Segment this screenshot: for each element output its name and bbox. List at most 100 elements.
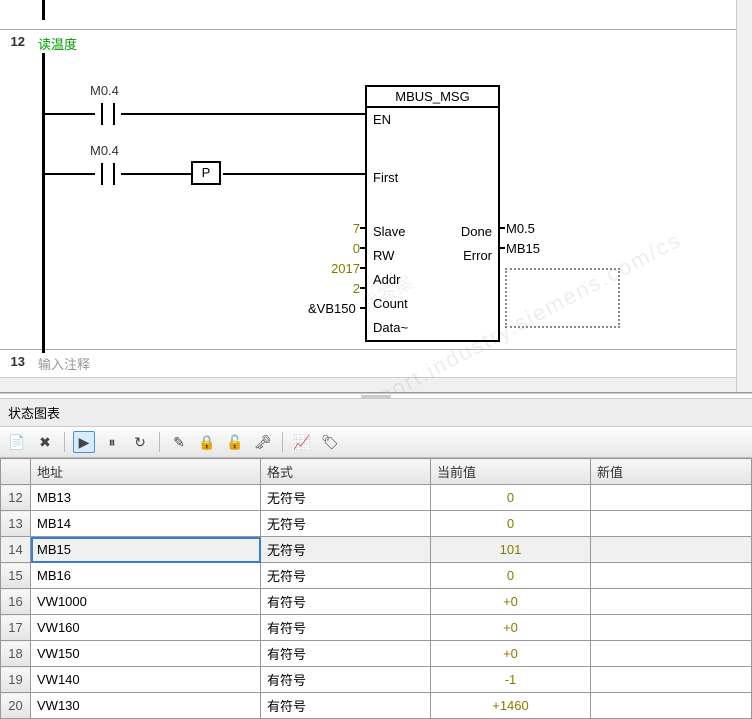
table-row[interactable]: 16VW1000有符号+0 <box>1 589 752 615</box>
table-row[interactable]: 18VW150有符号+0 <box>1 641 752 667</box>
refresh-button[interactable]: ↻ <box>129 431 151 453</box>
pin-value-data[interactable]: &VB150 <box>308 301 356 316</box>
cell-current-value: 101 <box>431 537 591 563</box>
pin-value-rw[interactable]: 0 <box>330 241 360 256</box>
cell-address[interactable]: MB15 <box>31 537 261 563</box>
wire <box>121 173 191 175</box>
power-rail <box>42 53 45 353</box>
function-block-mbus-msg[interactable]: MBUS_MSG EN First SlaveDone RWError Addr… <box>365 85 500 342</box>
cell-format[interactable]: 无符号 <box>261 511 431 537</box>
col-new-value[interactable]: 新值 <box>591 459 752 485</box>
contact-label: M0.4 <box>90 83 119 98</box>
cell-format[interactable]: 有符号 <box>261 615 431 641</box>
pause-button[interactable]: ⏸ <box>101 431 123 453</box>
contact[interactable] <box>95 163 121 185</box>
table-row[interactable]: 20VW130有符号+1460 <box>1 693 752 719</box>
pin-slave: Slave <box>373 222 406 242</box>
cell-current-value: 0 <box>431 511 591 537</box>
cell-new-value[interactable] <box>591 511 752 537</box>
cell-new-value[interactable] <box>591 589 752 615</box>
table-row[interactable]: 17VW160有符号+0 <box>1 615 752 641</box>
tag-button[interactable]: 🏷 <box>319 431 341 453</box>
status-grid[interactable]: 地址 格式 当前值 新值 12MB13无符号013MB14无符号014MB15无… <box>0 458 752 719</box>
power-rail <box>42 0 45 20</box>
pin-error: Error <box>463 246 492 266</box>
cell-current-value: 0 <box>431 485 591 511</box>
delete-chart-button[interactable]: ✖ <box>34 431 56 453</box>
cell-current-value: +0 <box>431 615 591 641</box>
network-number <box>0 0 30 29</box>
ladder-editor[interactable]: 12 读温度 M0.4 M0.4 P MBUS_MSG <box>0 0 752 393</box>
cell-address[interactable]: VW150 <box>31 641 261 667</box>
pin-value-error[interactable]: MB15 <box>506 241 540 256</box>
pin-count: Count <box>373 294 408 314</box>
cell-format[interactable]: 有符号 <box>261 641 431 667</box>
cell-new-value[interactable] <box>591 641 752 667</box>
cell-format[interactable]: 无符号 <box>261 485 431 511</box>
pin-rw: RW <box>373 246 394 266</box>
cell-new-value[interactable] <box>591 537 752 563</box>
pin-en: EN <box>373 110 391 130</box>
pin-data: Data~ <box>373 318 408 338</box>
table-row[interactable]: 19VW140有符号-1 <box>1 667 752 693</box>
cell-current-value: 0 <box>431 563 591 589</box>
positive-edge-box[interactable]: P <box>191 161 221 185</box>
pin-value-addr[interactable]: 2017 <box>310 261 360 276</box>
cell-new-value[interactable] <box>591 667 752 693</box>
row-number: 14 <box>1 537 31 563</box>
status-chart-panel: 状态图表 📄 ✖ ▶ ⏸ ↻ ✎ 🔒 🔓 🗝 📈 🏷 地址 格式 当前值 新值 <box>0 399 752 719</box>
cell-current-value: +0 <box>431 589 591 615</box>
cell-format[interactable]: 有符号 <box>261 667 431 693</box>
cell-current-value: -1 <box>431 667 591 693</box>
cell-new-value[interactable] <box>591 485 752 511</box>
trend-button[interactable]: 📈 <box>291 431 313 453</box>
new-chart-button[interactable]: 📄 <box>6 431 28 453</box>
cell-format[interactable]: 无符号 <box>261 537 431 563</box>
wire <box>223 173 365 175</box>
network-comment[interactable]: 读温度 <box>30 30 752 53</box>
cell-format[interactable]: 无符号 <box>261 563 431 589</box>
cell-address[interactable]: MB13 <box>31 485 261 511</box>
table-row[interactable]: 12MB13无符号0 <box>1 485 752 511</box>
cell-new-value[interactable] <box>591 563 752 589</box>
pin-value-slave[interactable]: 7 <box>330 221 360 236</box>
cell-address[interactable]: VW160 <box>31 615 261 641</box>
col-current-value[interactable]: 当前值 <box>431 459 591 485</box>
cell-address[interactable]: MB14 <box>31 511 261 537</box>
cell-new-value[interactable] <box>591 615 752 641</box>
pin-value-count[interactable]: 2 <box>330 281 360 296</box>
network-comment-placeholder[interactable]: 输入注释 <box>30 350 752 373</box>
cell-address[interactable]: MB16 <box>31 563 261 589</box>
force-button[interactable]: 🔒 <box>196 431 218 453</box>
contact[interactable] <box>95 103 121 125</box>
unforce-all-button[interactable]: 🗝 <box>252 431 274 453</box>
block-title: MBUS_MSG <box>367 87 498 108</box>
cell-address[interactable]: VW130 <box>31 693 261 719</box>
table-row[interactable]: 15MB16无符号0 <box>1 563 752 589</box>
col-address[interactable]: 地址 <box>31 459 261 485</box>
pin-first: First <box>373 168 398 188</box>
row-number: 16 <box>1 589 31 615</box>
table-row[interactable]: 14MB15无符号101 <box>1 537 752 563</box>
panel-title: 状态图表 <box>0 399 752 427</box>
table-row[interactable]: 13MB14无符号0 <box>1 511 752 537</box>
contact-label: M0.4 <box>90 143 119 158</box>
selection-marker <box>505 268 620 328</box>
row-number: 15 <box>1 563 31 589</box>
col-format[interactable]: 格式 <box>261 459 431 485</box>
unforce-button[interactable]: 🔓 <box>224 431 246 453</box>
pin-addr: Addr <box>373 270 400 290</box>
cell-address[interactable]: VW140 <box>31 667 261 693</box>
cell-new-value[interactable] <box>591 693 752 719</box>
status-toolbar: 📄 ✖ ▶ ⏸ ↻ ✎ 🔒 🔓 🗝 📈 🏷 <box>0 427 752 458</box>
cell-address[interactable]: VW1000 <box>31 589 261 615</box>
corner-cell <box>1 459 31 485</box>
pin-value-done[interactable]: M0.5 <box>506 221 535 236</box>
write-button[interactable]: ✎ <box>168 431 190 453</box>
cell-current-value: +1460 <box>431 693 591 719</box>
wire <box>121 113 365 115</box>
monitor-toggle-button[interactable]: ▶ <box>73 431 95 453</box>
cell-format[interactable]: 有符号 <box>261 589 431 615</box>
cell-format[interactable]: 有符号 <box>261 693 431 719</box>
row-number: 12 <box>1 485 31 511</box>
